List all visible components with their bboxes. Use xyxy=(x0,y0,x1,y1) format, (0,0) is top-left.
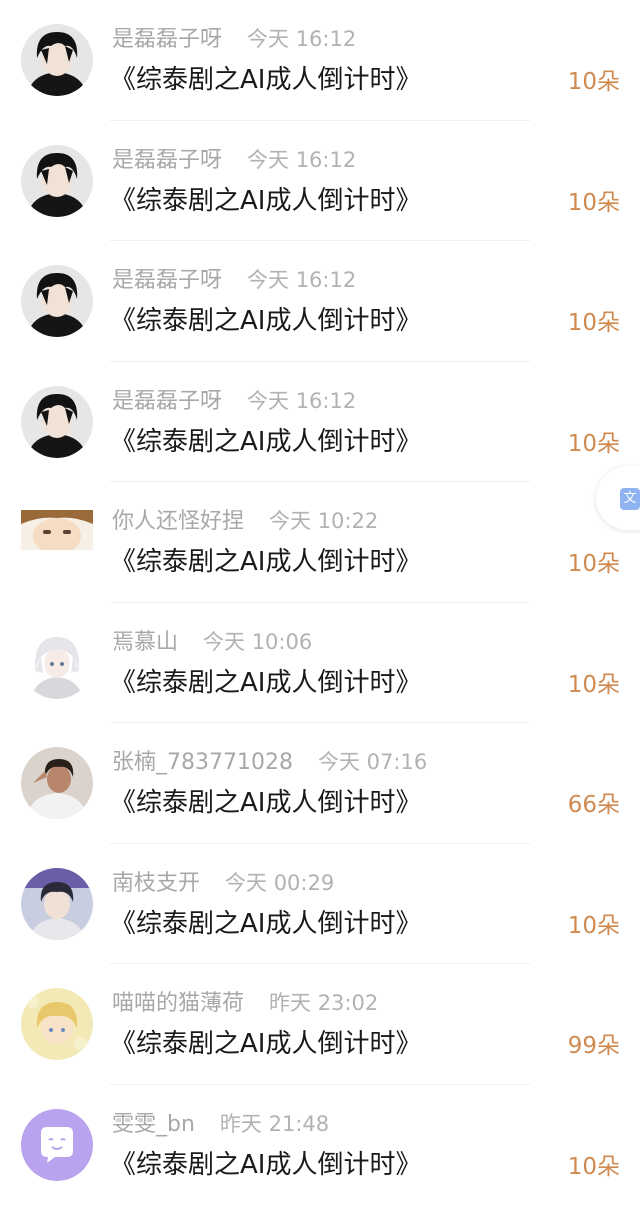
username[interactable]: 张楠_783771028 xyxy=(112,750,293,775)
list-item[interactable]: 喵喵的猫薄荷 昨天 23:02 《综泰剧之AI成人倒计时》 99朵 xyxy=(0,964,640,1085)
timestamp: 今天 16:12 xyxy=(247,27,357,51)
comment-meta: 南枝支开 今天 00:29 xyxy=(112,866,334,900)
book-title[interactable]: 《综泰剧之AI成人倒计时》 xyxy=(110,540,421,584)
avatar-blonde-anime-icon[interactable] xyxy=(21,988,93,1060)
comment-meta: 是磊磊子呀 今天 16:12 xyxy=(112,263,356,297)
list-item[interactable]: 是磊磊子呀 今天 16:12 《综泰剧之AI成人倒计时》 10朵 xyxy=(0,0,640,121)
avatar-girl-photo-icon[interactable] xyxy=(21,747,93,819)
username[interactable]: 是磊磊子呀 xyxy=(112,268,222,293)
gift-count: 10朵 xyxy=(567,69,620,95)
list-item[interactable]: 南枝支开 今天 00:29 《综泰剧之AI成人倒计时》 10朵 xyxy=(0,844,640,964)
book-title[interactable]: 《综泰剧之AI成人倒计时》 xyxy=(110,1143,421,1187)
book-title[interactable]: 《综泰剧之AI成人倒计时》 xyxy=(110,58,421,102)
username[interactable]: 南枝支开 xyxy=(112,871,200,896)
avatar-white-hair-anime-icon[interactable] xyxy=(21,626,93,699)
username[interactable]: 喵喵的猫薄荷 xyxy=(112,991,244,1016)
list-item[interactable]: 张楠_783771028 今天 07:16 《综泰剧之AI成人倒计时》 66朵 xyxy=(0,723,640,844)
timestamp: 今天 10:06 xyxy=(203,629,313,654)
book-title[interactable]: 《综泰剧之AI成人倒计时》 xyxy=(110,179,421,223)
gift-count: 10朵 xyxy=(567,551,620,577)
gift-count: 99朵 xyxy=(567,1033,620,1059)
book-title[interactable]: 《综泰剧之AI成人倒计时》 xyxy=(110,661,421,705)
username[interactable]: 焉慕山 xyxy=(112,630,178,655)
book-title[interactable]: 《综泰剧之AI成人倒计时》 xyxy=(110,902,421,946)
avatar-dark-hair-boy-icon[interactable] xyxy=(21,144,93,217)
timestamp: 今天 07:16 xyxy=(317,750,428,774)
comment-meta: 雯雯_bn 昨天 21:48 xyxy=(112,1107,329,1141)
book-title[interactable]: 《综泰剧之AI成人倒计时》 xyxy=(110,299,421,343)
avatar-boy-photo-icon[interactable] xyxy=(21,867,93,940)
comment-meta: 是磊磊子呀 今天 16:12 xyxy=(112,22,356,56)
timestamp: 昨天 21:48 xyxy=(219,1111,330,1136)
username[interactable]: 你人还怪好捏 xyxy=(112,509,244,534)
comment-meta: 是磊磊子呀 今天 16:12 xyxy=(112,384,356,418)
timestamp: 今天 16:12 xyxy=(247,147,357,172)
book-title[interactable]: 《综泰剧之AI成人倒计时》 xyxy=(110,420,421,464)
list-item[interactable]: 是磊磊子呀 今天 16:12 《综泰剧之AI成人倒计时》 10朵 xyxy=(0,362,640,482)
avatar-anime-face-icon[interactable] xyxy=(21,510,93,550)
book-title[interactable]: 《综泰剧之AI成人倒计时》 xyxy=(110,781,421,825)
comment-meta: 张楠_783771028 今天 07:16 xyxy=(112,745,427,779)
gift-count: 10朵 xyxy=(567,1153,620,1180)
timestamp: 今天 16:12 xyxy=(247,268,357,292)
comment-meta: 是磊磊子呀 今天 16:12 xyxy=(112,143,356,177)
timestamp: 昨天 23:02 xyxy=(269,991,379,1015)
list-item[interactable]: 你人还怪好捏 今天 10:22 《综泰剧之AI成人倒计时》 10朵 xyxy=(0,482,640,603)
timestamp: 今天 16:12 xyxy=(247,388,357,413)
gift-count: 10朵 xyxy=(567,430,620,457)
avatar-dark-hair-boy-icon[interactable] xyxy=(21,385,93,458)
list-item[interactable]: 焉慕山 今天 10:06 《综泰剧之AI成人倒计时》 10朵 xyxy=(0,603,640,723)
comment-meta: 喵喵的猫薄荷 昨天 23:02 xyxy=(112,986,378,1020)
gift-count: 66朵 xyxy=(567,792,620,818)
translate-icon: 文 xyxy=(620,488,640,510)
list-item[interactable]: 是磊磊子呀 今天 16:12 《综泰剧之AI成人倒计时》 10朵 xyxy=(0,121,640,241)
avatar-dark-hair-boy-icon[interactable] xyxy=(21,265,93,337)
timestamp: 今天 10:22 xyxy=(269,509,379,533)
gift-count: 10朵 xyxy=(567,912,620,939)
list-item[interactable]: 雯雯_bn 昨天 21:48 《综泰剧之AI成人倒计时》 10朵 xyxy=(0,1085,640,1206)
avatar-default-chat-icon[interactable] xyxy=(21,1108,93,1181)
gift-count: 10朵 xyxy=(567,189,620,216)
comment-meta: 焉慕山 今天 10:06 xyxy=(112,625,312,659)
gift-count: 10朵 xyxy=(567,671,620,698)
username[interactable]: 雯雯_bn xyxy=(112,1112,195,1137)
avatar-dark-hair-boy-icon[interactable] xyxy=(21,24,93,96)
username[interactable]: 是磊磊子呀 xyxy=(112,389,222,414)
list-item[interactable]: 是磊磊子呀 今天 16:12 《综泰剧之AI成人倒计时》 10朵 xyxy=(0,241,640,362)
book-title[interactable]: 《综泰剧之AI成人倒计时》 xyxy=(110,1022,421,1066)
timestamp: 今天 00:29 xyxy=(225,870,335,895)
gift-record-list: 是磊磊子呀 今天 16:12 《综泰剧之AI成人倒计时》 10朵 是磊磊子呀 今… xyxy=(0,0,640,1205)
username[interactable]: 是磊磊子呀 xyxy=(112,27,222,52)
gift-count: 10朵 xyxy=(567,310,620,336)
comment-meta: 你人还怪好捏 今天 10:22 xyxy=(112,504,378,538)
username[interactable]: 是磊磊子呀 xyxy=(112,148,222,173)
